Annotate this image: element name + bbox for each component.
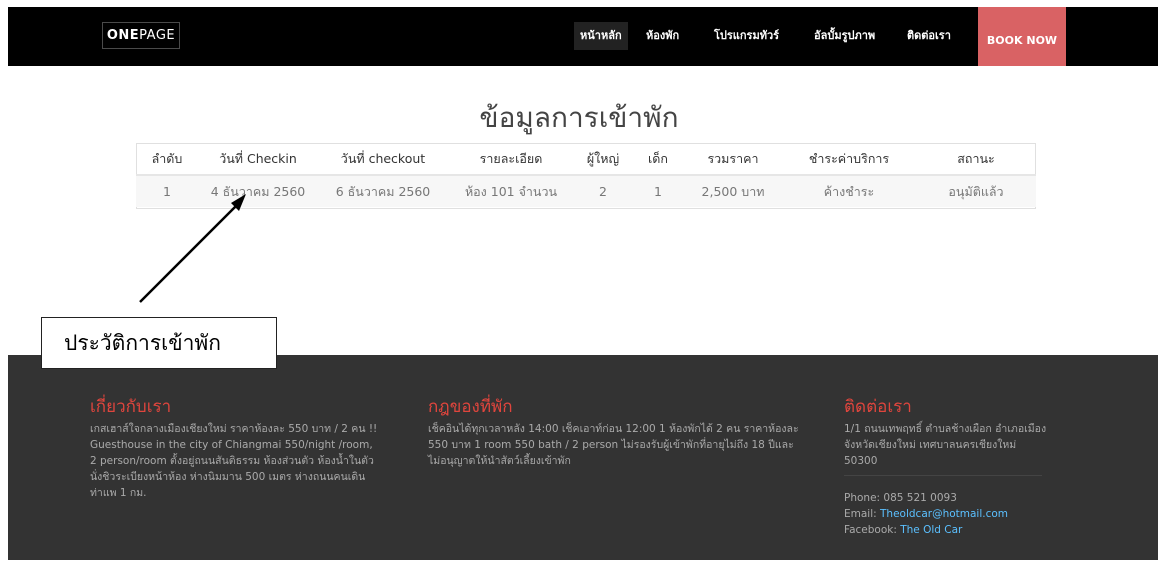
annotation-arrow bbox=[139, 194, 246, 303]
annotation-callout: ประวัติการเข้าพัก bbox=[41, 317, 277, 369]
